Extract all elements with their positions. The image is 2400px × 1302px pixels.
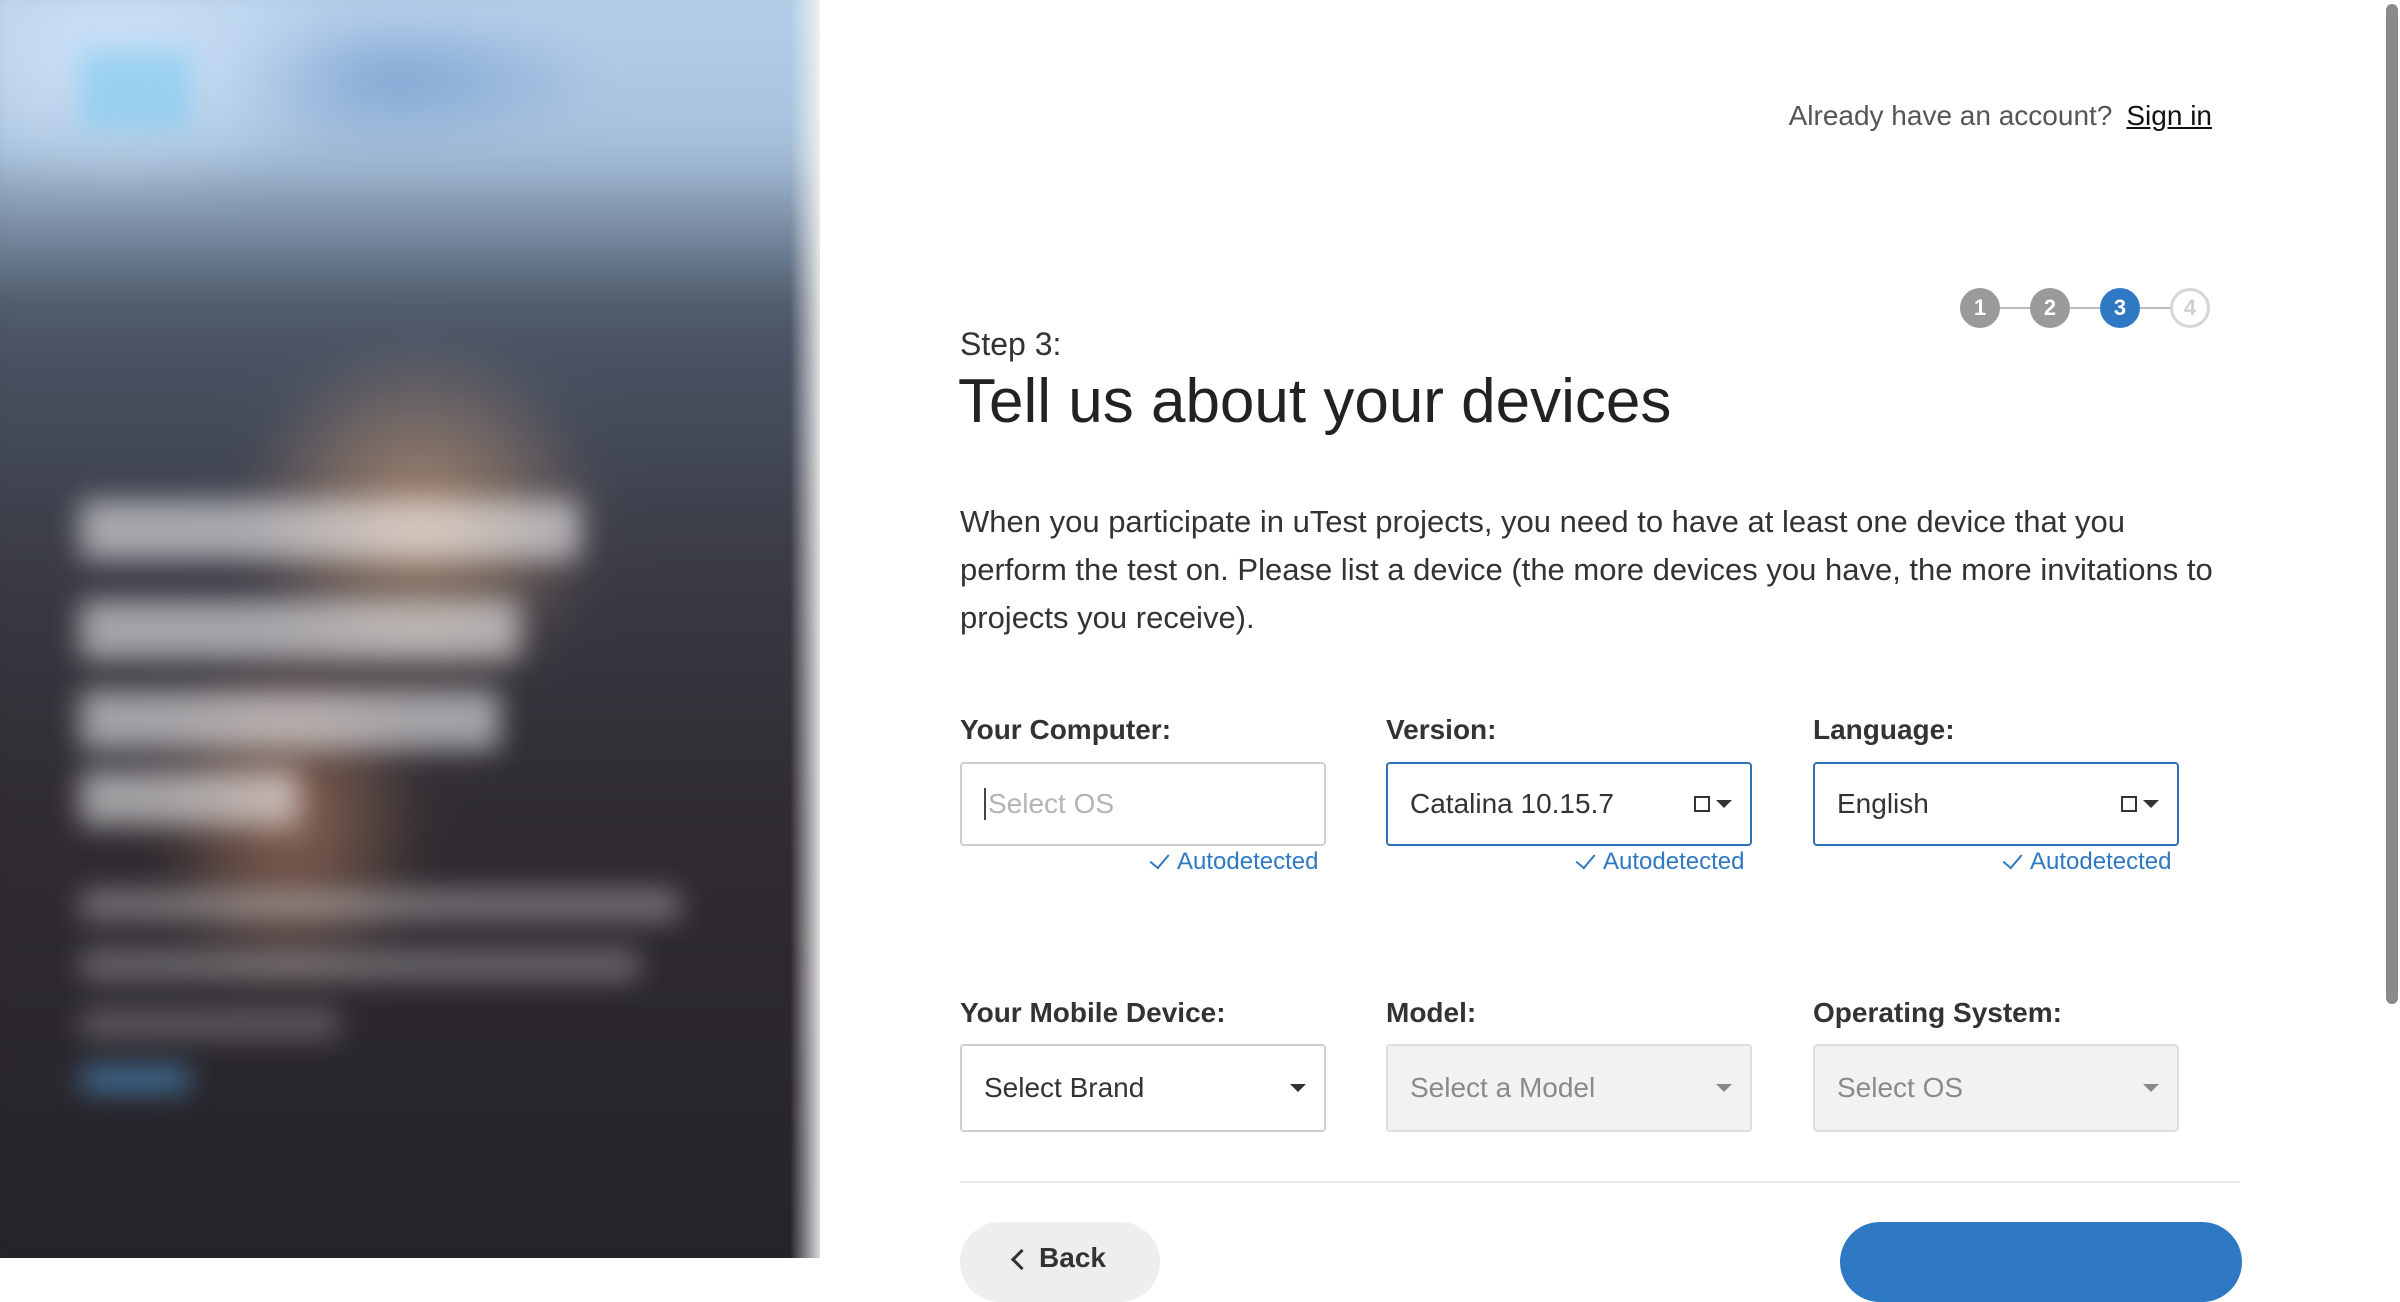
language-value: English — [1837, 788, 1929, 819]
version-select[interactable]: Catalina 10.15.7 — [1386, 762, 1752, 846]
chevron-down-icon[interactable] — [1716, 1084, 1732, 1092]
hero-blurred-link — [80, 1068, 190, 1090]
clear-icon[interactable] — [2121, 796, 2137, 812]
checkmark-icon — [2002, 848, 2023, 870]
hero-blurred-heading-line — [80, 600, 520, 660]
step-indicator: 1 2 3 4 — [1960, 288, 2212, 328]
model-label: Model: — [1386, 997, 1477, 1028]
language-select[interactable]: English — [1813, 762, 2179, 846]
hero-blurred-heading-line — [80, 770, 300, 826]
computer-os-autodetected: Autodetected — [1149, 848, 1319, 876]
model-select[interactable]: Select a Model — [1386, 1044, 1752, 1132]
computer-os-label: Your Computer: — [960, 714, 1172, 745]
hero-blurred-heading-line — [80, 690, 500, 750]
account-prompt: Already have an account? — [1788, 100, 2113, 131]
version-autodetected: Autodetected — [1575, 848, 1745, 876]
version-value: Catalina 10.15.7 — [1410, 788, 1614, 819]
hero-image — [0, 0, 820, 1258]
step-label: Step 3: — [960, 326, 1062, 362]
autodetected-text: Autodetected — [1177, 848, 1319, 875]
mobile-brand-select[interactable]: Select Brand — [960, 1044, 1326, 1132]
language-label: Language: — [1813, 714, 1955, 745]
text-cursor — [984, 788, 986, 820]
intro-text: When you participate in uTest projects, … — [960, 504, 2213, 635]
chevron-down-icon[interactable] — [2143, 1084, 2159, 1092]
back-button-label: Back — [1039, 1242, 1106, 1273]
chevron-down-icon[interactable] — [1290, 1084, 1306, 1092]
hero-blurred-logo — [80, 50, 190, 130]
step-4: 4 — [2170, 288, 2210, 328]
model-value: Select a Model — [1410, 1072, 1596, 1103]
chevron-down-icon[interactable] — [2143, 800, 2159, 808]
autodetected-text: Autodetected — [1603, 848, 1745, 875]
footer-divider — [960, 1181, 2240, 1183]
step-1: 1 — [1960, 288, 2000, 328]
computer-os-placeholder: Select OS — [988, 788, 1115, 819]
mobile-brand-value: Select Brand — [984, 1072, 1145, 1103]
step-2: 2 — [2030, 288, 2070, 328]
chevron-down-icon[interactable] — [1716, 800, 1732, 808]
scrollbar-thumb[interactable] — [2386, 4, 2398, 1004]
step-3-current: 3 — [2100, 288, 2140, 328]
signin-row: Already have an account? Sign in — [1789, 100, 2212, 132]
hero-blurred-body-line — [80, 1010, 340, 1038]
checkmark-icon — [1149, 848, 1170, 870]
clear-icon[interactable] — [1694, 796, 1710, 812]
scrollbar[interactable] — [2384, 0, 2400, 1258]
hero-fade-edge — [790, 0, 850, 1258]
sign-in-link[interactable]: Sign in — [2126, 100, 2212, 131]
back-button[interactable]: Back — [960, 1222, 1160, 1302]
checkmark-icon — [1575, 848, 1596, 870]
language-autodetected: Autodetected — [2002, 848, 2172, 876]
hero-blurred-body-line — [80, 890, 680, 920]
mobile-os-select[interactable]: Select OS — [1813, 1044, 2179, 1132]
hero-blurred-heading-line — [80, 500, 580, 560]
hero-blurred-body-line — [80, 950, 640, 980]
step-connector-line — [1978, 307, 2188, 309]
chevron-left-icon — [1010, 1248, 1033, 1271]
page-title: Tell us about your devices — [958, 367, 1672, 436]
mobile-os-label: Operating System: — [1813, 997, 2062, 1028]
mobile-os-value: Select OS — [1837, 1072, 1964, 1103]
next-button[interactable] — [1840, 1222, 2242, 1302]
computer-os-input[interactable]: Select OS — [960, 762, 1326, 846]
mobile-brand-label: Your Mobile Device: — [960, 997, 1226, 1028]
autodetected-text: Autodetected — [2030, 848, 2172, 875]
version-label: Version: — [1386, 714, 1497, 745]
